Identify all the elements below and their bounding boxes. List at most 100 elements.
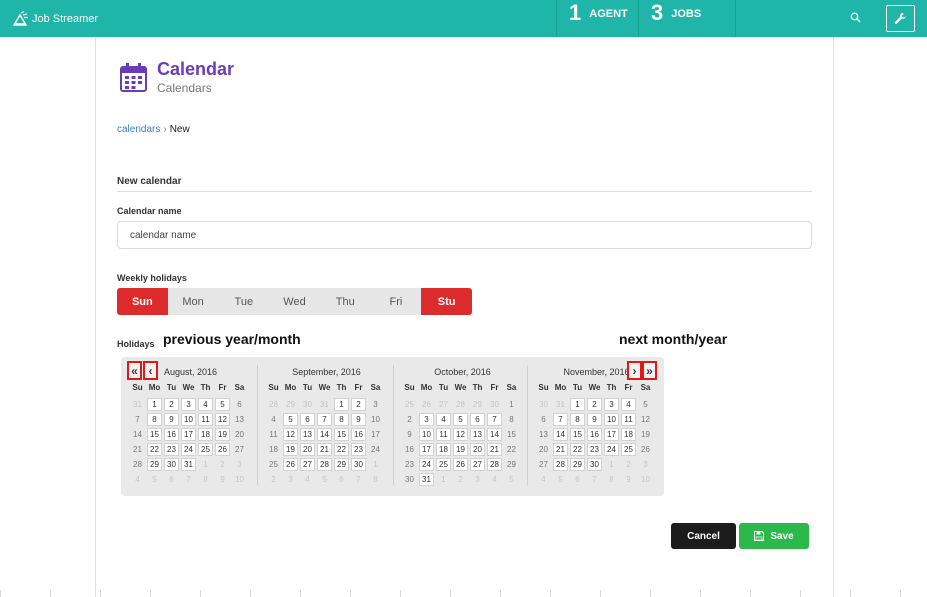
day-cell[interactable]: 8: [570, 413, 585, 426]
day-cell[interactable]: 24: [604, 443, 619, 456]
day-cell[interactable]: 8: [197, 473, 214, 486]
day-cell[interactable]: 19: [637, 428, 654, 441]
day-cell[interactable]: 9: [587, 413, 602, 426]
cancel-button[interactable]: Cancel: [671, 523, 736, 549]
day-cell[interactable]: 1: [147, 398, 162, 411]
day-cell[interactable]: 3: [231, 458, 248, 471]
search-button[interactable]: [847, 9, 865, 27]
day-cell[interactable]: 7: [553, 413, 568, 426]
day-cell[interactable]: 5: [316, 473, 333, 486]
day-cell[interactable]: 12: [637, 413, 654, 426]
day-cell[interactable]: 26: [453, 458, 468, 471]
day-cell[interactable]: 3: [367, 398, 384, 411]
day-cell[interactable]: 2: [164, 398, 179, 411]
day-cell[interactable]: 15: [570, 428, 585, 441]
day-cell[interactable]: 29: [282, 398, 299, 411]
day-cell[interactable]: 21: [129, 443, 146, 456]
day-cell[interactable]: 5: [283, 413, 298, 426]
day-cell[interactable]: 1: [503, 398, 520, 411]
day-cell[interactable]: 1: [435, 473, 452, 486]
day-cell[interactable]: 5: [146, 473, 163, 486]
day-cell[interactable]: 11: [621, 413, 636, 426]
day-cell[interactable]: 15: [334, 428, 349, 441]
day-cell[interactable]: 23: [587, 443, 602, 456]
day-cell[interactable]: 4: [621, 398, 636, 411]
day-cell[interactable]: 18: [198, 428, 213, 441]
day-cell[interactable]: 16: [164, 428, 179, 441]
day-cell[interactable]: 7: [350, 473, 367, 486]
day-cell[interactable]: 22: [334, 443, 349, 456]
day-cell[interactable]: 20: [470, 443, 485, 456]
day-cell[interactable]: 18: [436, 443, 451, 456]
day-cell[interactable]: 27: [435, 398, 452, 411]
day-cell[interactable]: 6: [333, 473, 350, 486]
day-cell[interactable]: 10: [604, 413, 619, 426]
day-cell[interactable]: 10: [181, 413, 196, 426]
day-cell[interactable]: 3: [637, 458, 654, 471]
day-cell[interactable]: 10: [637, 473, 654, 486]
day-cell[interactable]: 4: [129, 473, 146, 486]
day-cell[interactable]: 31: [552, 398, 569, 411]
day-cell[interactable]: 26: [418, 398, 435, 411]
day-cell[interactable]: 16: [587, 428, 602, 441]
weekday-toggle-mon[interactable]: Mon: [167, 288, 219, 315]
day-cell[interactable]: 6: [300, 413, 315, 426]
day-cell[interactable]: 25: [401, 398, 418, 411]
day-cell[interactable]: 30: [587, 458, 602, 471]
day-cell[interactable]: 28: [265, 398, 282, 411]
brand-link[interactable]: Job Streamer: [12, 10, 98, 28]
day-cell[interactable]: 20: [535, 443, 552, 456]
tools-button[interactable]: [886, 5, 915, 32]
day-cell[interactable]: 23: [351, 443, 366, 456]
day-cell[interactable]: 22: [147, 443, 162, 456]
day-cell[interactable]: 24: [367, 443, 384, 456]
day-cell[interactable]: 9: [214, 473, 231, 486]
day-cell[interactable]: 9: [620, 473, 637, 486]
day-cell[interactable]: 14: [487, 428, 502, 441]
day-cell[interactable]: 25: [198, 443, 213, 456]
day-cell[interactable]: 30: [486, 398, 503, 411]
save-button[interactable]: Save: [739, 523, 809, 549]
day-cell[interactable]: 13: [470, 428, 485, 441]
day-cell[interactable]: 8: [147, 413, 162, 426]
day-cell[interactable]: 2: [401, 413, 418, 426]
day-cell[interactable]: 28: [317, 458, 332, 471]
day-cell[interactable]: 2: [351, 398, 366, 411]
day-cell[interactable]: 27: [470, 458, 485, 471]
day-cell[interactable]: 2: [587, 398, 602, 411]
day-cell[interactable]: 26: [283, 458, 298, 471]
day-cell[interactable]: 14: [129, 428, 146, 441]
day-cell[interactable]: 8: [503, 413, 520, 426]
day-cell[interactable]: 18: [621, 428, 636, 441]
day-cell[interactable]: 7: [317, 413, 332, 426]
day-cell[interactable]: 13: [300, 428, 315, 441]
day-cell[interactable]: 30: [401, 473, 418, 486]
day-cell[interactable]: 20: [231, 428, 248, 441]
day-cell[interactable]: 10: [367, 413, 384, 426]
day-cell[interactable]: 18: [265, 443, 282, 456]
day-cell[interactable]: 23: [164, 443, 179, 456]
day-cell[interactable]: 5: [552, 473, 569, 486]
day-cell[interactable]: 23: [401, 458, 418, 471]
day-cell[interactable]: 21: [487, 443, 502, 456]
day-cell[interactable]: 1: [367, 458, 384, 471]
day-cell[interactable]: 9: [351, 413, 366, 426]
day-cell[interactable]: 25: [621, 443, 636, 456]
day-cell[interactable]: 7: [586, 473, 603, 486]
day-cell[interactable]: 10: [419, 428, 434, 441]
day-cell[interactable]: 16: [401, 443, 418, 456]
day-cell[interactable]: 14: [317, 428, 332, 441]
day-cell[interactable]: 6: [569, 473, 586, 486]
day-cell[interactable]: 17: [181, 428, 196, 441]
day-cell[interactable]: 2: [452, 473, 469, 486]
day-cell[interactable]: 12: [215, 413, 230, 426]
day-cell[interactable]: 5: [453, 413, 468, 426]
day-cell[interactable]: 29: [147, 458, 162, 471]
day-cell[interactable]: 7: [180, 473, 197, 486]
day-cell[interactable]: 19: [283, 443, 298, 456]
day-cell[interactable]: 31: [181, 458, 196, 471]
weekday-toggle-tue[interactable]: Tue: [218, 288, 270, 315]
day-cell[interactable]: 4: [486, 473, 503, 486]
day-cell[interactable]: 24: [181, 443, 196, 456]
day-cell[interactable]: 27: [231, 443, 248, 456]
